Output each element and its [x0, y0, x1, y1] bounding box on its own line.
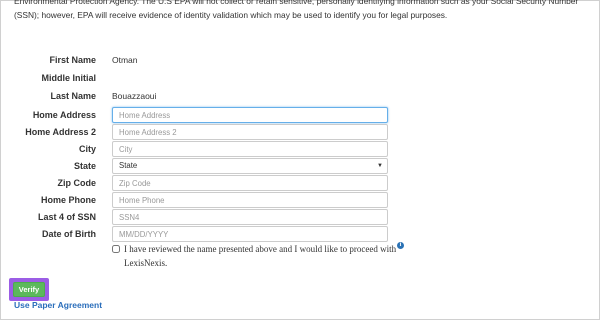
home-address-row: Home Address	[0, 106, 600, 124]
consent-checkbox[interactable]	[112, 245, 120, 253]
first-name-row: First Name Otman	[0, 51, 600, 69]
city-label: City	[78, 144, 96, 154]
intro-text: Environmental Protection Agency. The U.S…	[14, 0, 589, 22]
zip-code-label: Zip Code	[57, 178, 97, 188]
ssn-label: Last 4 of SSN	[37, 212, 96, 222]
city-row: City	[0, 140, 600, 158]
verify-button[interactable]: Verify	[13, 282, 45, 297]
zip-code-input[interactable]	[112, 175, 388, 191]
middle-initial-label: Middle Initial	[41, 73, 96, 83]
info-icon[interactable]: i	[397, 242, 404, 249]
state-row: State State ▼	[0, 157, 600, 175]
verify-highlight: Verify	[9, 278, 49, 301]
home-address-input[interactable]	[112, 107, 388, 123]
intro-line-2: (SSN); however, EPA will receive evidenc…	[14, 10, 448, 20]
state-selected-value: State	[119, 161, 138, 170]
home-address-2-label: Home Address 2	[25, 127, 96, 137]
home-phone-label: Home Phone	[40, 195, 96, 205]
state-select[interactable]: State ▼	[112, 158, 388, 174]
home-address-2-input[interactable]	[112, 124, 388, 140]
dob-input[interactable]	[112, 226, 388, 242]
last-name-label: Last Name	[50, 91, 96, 101]
middle-initial-row: Middle Initial	[0, 69, 600, 87]
dob-row: Date of Birth	[0, 225, 600, 243]
city-input[interactable]	[112, 141, 388, 157]
home-address-label: Home Address	[32, 110, 96, 120]
last-name-row: Last Name Bouazzaoui	[0, 87, 600, 105]
first-name-label: First Name	[49, 55, 96, 65]
home-phone-row: Home Phone	[0, 191, 600, 209]
home-address-2-row: Home Address 2	[0, 123, 600, 141]
use-paper-agreement-link[interactable]: Use Paper Agreement	[14, 299, 102, 311]
chevron-down-icon: ▼	[377, 163, 383, 169]
zip-code-row: Zip Code	[0, 174, 600, 192]
consent-text: I have reviewed the name presented above…	[124, 244, 397, 268]
ssn-input[interactable]	[112, 209, 388, 225]
home-phone-input[interactable]	[112, 192, 388, 208]
last-name-value: Bouazzaoui	[112, 91, 157, 101]
intro-line-1: Environmental Protection Agency. The U.S…	[14, 0, 579, 6]
first-name-value: Otman	[112, 55, 138, 65]
ssn-row: Last 4 of SSN	[0, 208, 600, 226]
dob-label: Date of Birth	[42, 229, 96, 239]
state-label: State	[73, 161, 96, 171]
